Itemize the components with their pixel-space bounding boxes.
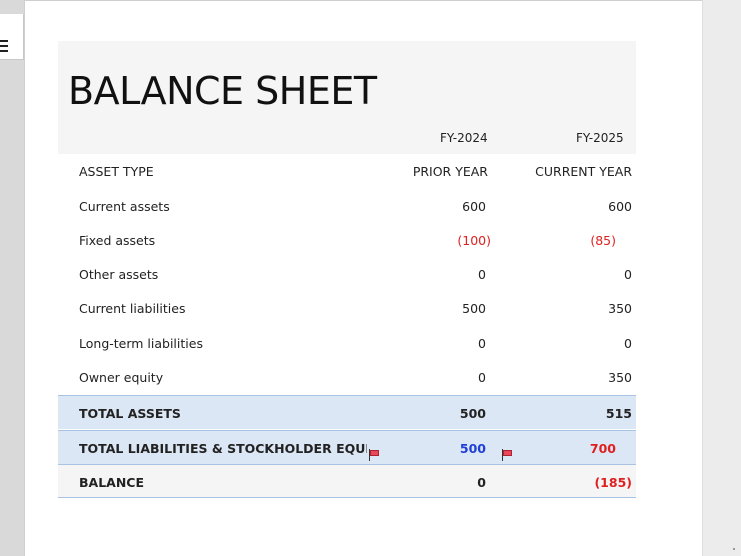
- prior-value[interactable]: 0: [478, 336, 486, 351]
- row-label: Current assets: [79, 199, 170, 214]
- total-liabilities-row[interactable]: TOTAL LIABILITIES & STOCKHOLDER EQUIT 50…: [58, 430, 636, 464]
- current-value[interactable]: 350: [608, 301, 632, 316]
- prior-year-header: PRIOR YEAR: [412, 164, 488, 179]
- flag-icon: [502, 449, 513, 461]
- table-row[interactable]: Current liabilities 500 350: [58, 291, 636, 325]
- prior-value[interactable]: 500: [460, 441, 486, 456]
- hamburger-menu-icon[interactable]: [0, 40, 8, 54]
- prior-value[interactable]: 500: [460, 406, 486, 421]
- right-side-panel: [702, 0, 741, 556]
- prior-value[interactable]: 0: [478, 267, 486, 282]
- current-value[interactable]: (85): [590, 233, 616, 248]
- menu-tab[interactable]: [0, 14, 24, 60]
- left-gutter: [0, 0, 24, 556]
- row-label: TOTAL LIABILITIES & STOCKHOLDER EQUIT: [79, 441, 367, 456]
- fy-prior-label: FY-2024: [440, 131, 488, 145]
- page-top-border: [24, 0, 702, 1]
- table-row[interactable]: Current assets 600 600: [58, 189, 636, 223]
- flag-icon: [369, 449, 380, 461]
- prior-value[interactable]: 0: [477, 475, 486, 490]
- prior-value[interactable]: (100): [457, 233, 491, 248]
- current-value[interactable]: 350: [608, 370, 632, 385]
- row-label: Owner equity: [79, 370, 164, 385]
- current-value[interactable]: 515: [606, 406, 632, 421]
- total-assets-row[interactable]: TOTAL ASSETS 500 515: [58, 395, 636, 429]
- current-value[interactable]: 0: [624, 267, 632, 282]
- corner-dot: [733, 548, 735, 550]
- sheet-title: BALANCE SHEET: [68, 69, 377, 113]
- current-year-header: CURRENT YEAR: [535, 164, 632, 179]
- column-header-row: ASSET TYPE PRIOR YEAR CURRENT YEAR: [58, 154, 636, 188]
- row-label: BALANCE: [79, 475, 145, 490]
- balance-row[interactable]: BALANCE 0 (185): [58, 464, 636, 498]
- table-row[interactable]: Fixed assets (100) (85): [58, 223, 636, 257]
- fy-current-label: FY-2025: [576, 131, 624, 145]
- current-value[interactable]: (185): [594, 475, 632, 490]
- table-row[interactable]: Long-term liabilities 0 0: [58, 326, 636, 360]
- prior-value[interactable]: 600: [462, 199, 486, 214]
- row-label: Current liabilities: [79, 301, 186, 316]
- table-row[interactable]: Other assets 0 0: [58, 257, 636, 291]
- prior-value[interactable]: 0: [478, 370, 486, 385]
- row-label: Long-term liabilities: [79, 336, 203, 351]
- title-band: BALANCE SHEET FY-2024 FY-2025: [58, 41, 636, 154]
- row-label: Other assets: [79, 267, 159, 282]
- current-value[interactable]: 0: [624, 336, 632, 351]
- prior-value[interactable]: 500: [462, 301, 486, 316]
- row-label: Fixed assets: [79, 233, 156, 248]
- table-row[interactable]: Owner equity 0 350: [58, 360, 636, 394]
- current-value[interactable]: 700: [590, 441, 616, 456]
- asset-type-header: ASSET TYPE: [79, 164, 154, 179]
- row-label: TOTAL ASSETS: [79, 406, 181, 421]
- current-value[interactable]: 600: [608, 199, 632, 214]
